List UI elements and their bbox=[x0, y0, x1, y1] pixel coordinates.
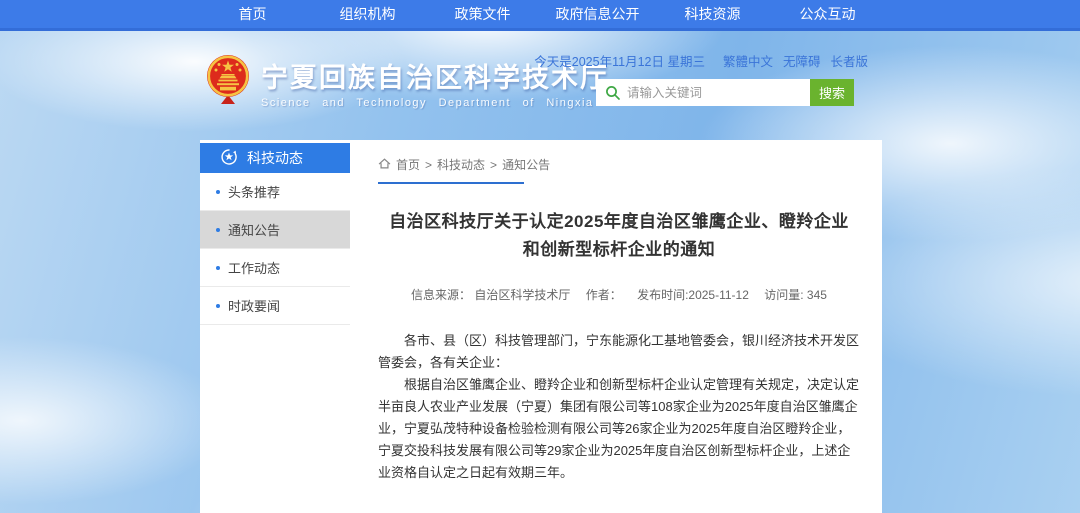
home-icon bbox=[378, 157, 391, 173]
breadcrumb-notices[interactable]: 通知公告 bbox=[502, 156, 550, 173]
sci-tech-news-circle-star-icon bbox=[220, 148, 238, 169]
search-button[interactable]: 搜索 bbox=[810, 79, 854, 106]
breadcrumb-underline bbox=[378, 182, 524, 184]
link-traditional-chinese[interactable]: 繁體中文 bbox=[723, 51, 773, 70]
main-content-wrap: 科技动态 头条推荐 通知公告 工作动态 时政要闻 bbox=[200, 140, 882, 513]
nav-item-gov-info-disclosure[interactable]: 政府信息公开 bbox=[540, 0, 655, 28]
breadcrumb-separator: > bbox=[490, 158, 497, 172]
link-elderly-version[interactable]: 长者版 bbox=[830, 51, 868, 70]
sidebar-item-notices[interactable]: 通知公告 bbox=[200, 211, 350, 249]
site-subtitle: Science and Technology Department of Nin… bbox=[261, 97, 609, 109]
bullet-dot-icon bbox=[216, 304, 220, 308]
meta-author: 作者： bbox=[586, 288, 622, 302]
article-title-line1: 自治区科技厅关于认定2025年度自治区雏鹰企业、瞪羚企业 bbox=[389, 212, 849, 231]
meta-views: 访问量: 345 bbox=[764, 288, 827, 302]
top-navigation: 首页 组织机构 政策文件 政府信息公开 科技资源 公众互动 bbox=[0, 0, 1080, 31]
breadcrumb-separator: > bbox=[425, 158, 432, 172]
national-emblem-logo bbox=[205, 53, 251, 110]
nav-item-sci-tech-resources[interactable]: 科技资源 bbox=[655, 0, 770, 28]
sidebar-item-label: 通知公告 bbox=[228, 220, 280, 239]
link-accessibility[interactable]: 无障碍 bbox=[783, 51, 821, 70]
search-bar: 搜索 bbox=[596, 79, 854, 106]
breadcrumb-home[interactable]: 首页 bbox=[396, 156, 420, 173]
breadcrumb-sci-tech-news[interactable]: 科技动态 bbox=[437, 156, 485, 173]
article-body: 各市、县（区）科技管理部门，宁东能源化工基地管委会，银川经济技术开发区管委会，各… bbox=[378, 330, 860, 484]
sidebar-item-current-politics[interactable]: 时政要闻 bbox=[200, 287, 350, 325]
bullet-dot-icon bbox=[216, 266, 220, 270]
nav-item-policy-documents[interactable]: 政策文件 bbox=[425, 0, 540, 28]
sidebar-header: 科技动态 bbox=[200, 143, 350, 173]
header-quick-links: 今天是2025年11月12日 星期三 繁體中文 无障碍 长者版 bbox=[596, 51, 868, 70]
article-title: 自治区科技厅关于认定2025年度自治区雏鹰企业、瞪羚企业 和创新型标杆企业的通知 bbox=[378, 208, 860, 264]
article-meta: 信息来源： 自治区科学技术厅 作者： 发布时间:2025-11-12 访问量: … bbox=[378, 286, 860, 303]
header-right: 今天是2025年11月12日 星期三 繁體中文 无障碍 长者版 搜索 bbox=[596, 51, 868, 106]
search-icon bbox=[596, 85, 627, 101]
sidebar-item-headline-recommendations[interactable]: 头条推荐 bbox=[200, 173, 350, 211]
article-paragraph: 根据自治区雏鹰企业、瞪羚企业和创新型标杆企业认定管理有关规定，决定认定半亩良人农… bbox=[378, 374, 860, 484]
article-title-line2: 和创新型标杆企业的通知 bbox=[523, 240, 716, 259]
site-header: 宁夏回族自治区科学技术厅 Science and Technology Depa… bbox=[0, 31, 1080, 140]
meta-source: 信息来源： 自治区科学技术厅 bbox=[411, 288, 570, 302]
nav-item-public-interaction[interactable]: 公众互动 bbox=[770, 0, 885, 28]
nav-item-home[interactable]: 首页 bbox=[195, 0, 310, 28]
nav-item-organization[interactable]: 组织机构 bbox=[310, 0, 425, 28]
sidebar: 科技动态 头条推荐 通知公告 工作动态 时政要闻 bbox=[200, 140, 350, 513]
sidebar-item-label: 工作动态 bbox=[228, 258, 280, 277]
sidebar-item-label: 头条推荐 bbox=[228, 182, 280, 201]
bullet-dot-icon bbox=[216, 190, 220, 194]
meta-publish-time: 发布时间:2025-11-12 bbox=[637, 288, 749, 302]
current-date-text: 今天是2025年11月12日 星期三 bbox=[534, 51, 705, 70]
breadcrumb: 首页 > 科技动态 > 通知公告 bbox=[378, 156, 860, 173]
sidebar-item-work-updates[interactable]: 工作动态 bbox=[200, 249, 350, 287]
article-content: 首页 > 科技动态 > 通知公告 自治区科技厅关于认定2025年度自治区雏鹰企业… bbox=[350, 140, 882, 513]
article-paragraph: 各市、县（区）科技管理部门，宁东能源化工基地管委会，银川经济技术开发区管委会，各… bbox=[378, 330, 860, 374]
sidebar-item-label: 时政要闻 bbox=[228, 296, 280, 315]
page: 首页 组织机构 政策文件 政府信息公开 科技资源 公众互动 bbox=[0, 0, 1080, 513]
sidebar-title: 科技动态 bbox=[247, 148, 303, 168]
bullet-dot-icon bbox=[216, 228, 220, 232]
search-input[interactable] bbox=[627, 79, 810, 106]
